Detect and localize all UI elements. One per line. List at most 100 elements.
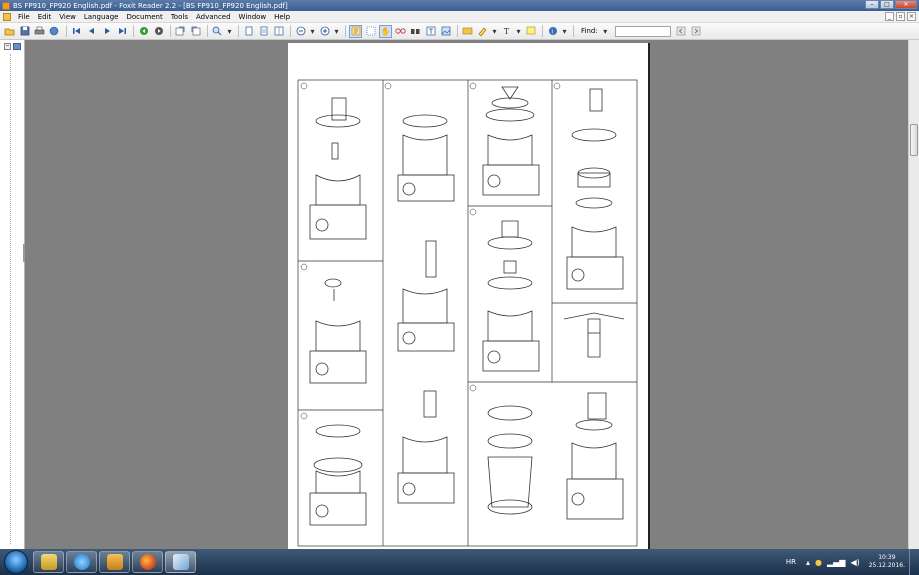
- doc-restore-button[interactable]: ▫: [896, 12, 905, 21]
- single-page-icon[interactable]: [242, 25, 255, 38]
- menu-view[interactable]: View: [55, 13, 80, 21]
- rotate-right-icon[interactable]: [189, 25, 202, 38]
- taskbar-explorer[interactable]: [33, 551, 64, 573]
- print-icon[interactable]: [33, 25, 46, 38]
- highlight-icon[interactable]: [476, 25, 489, 38]
- windows-taskbar: HR ▴ ● ▂▄▆ ◀) 10:39 25.12.2016.: [0, 549, 919, 575]
- toolbar-separator: [573, 25, 574, 37]
- save-icon[interactable]: [18, 25, 31, 38]
- clock[interactable]: 10:39 25.12.2016.: [869, 554, 905, 570]
- toolbar-separator: [345, 25, 346, 37]
- language-indicator[interactable]: HR: [786, 558, 796, 566]
- doc-close-button[interactable]: ×: [907, 12, 916, 21]
- zoom-in-dropdown-icon[interactable]: ▾: [333, 25, 340, 38]
- window-title: BS FP910_FP920 English.pdf - Foxit Reade…: [13, 1, 288, 10]
- show-desktop-button[interactable]: [909, 549, 915, 575]
- menu-document[interactable]: Document: [122, 13, 166, 21]
- menu-window[interactable]: Window: [235, 13, 271, 21]
- text-tool-icon[interactable]: T: [500, 25, 513, 38]
- system-tray: HR ▴ ● ▂▄▆ ◀) 10:39 25.12.2016.: [786, 549, 915, 575]
- find-icon[interactable]: [409, 25, 422, 38]
- find-previous-icon[interactable]: [675, 25, 688, 38]
- panel-splitter[interactable]: [23, 244, 25, 262]
- rotate-left-icon[interactable]: [174, 25, 187, 38]
- bookmark-panel[interactable]: −: [0, 40, 25, 549]
- menu-help[interactable]: Help: [270, 13, 294, 21]
- taskbar-firefox[interactable]: [132, 551, 163, 573]
- volume-icon[interactable]: ◀): [850, 558, 859, 567]
- menu-language[interactable]: Language: [80, 13, 123, 21]
- open-icon[interactable]: [3, 25, 16, 38]
- doc-minimize-button[interactable]: _: [885, 12, 894, 21]
- last-page-icon[interactable]: [115, 25, 128, 38]
- network-icon[interactable]: ▂▄▆: [827, 558, 845, 567]
- menu-bar: File Edit View Language Document Tools A…: [0, 11, 919, 23]
- toolbar-separator: [290, 25, 291, 37]
- tray-app-icon[interactable]: ●: [815, 558, 822, 567]
- zoom-dropdown-icon[interactable]: ▾: [226, 25, 233, 38]
- zoom-out-dropdown-icon[interactable]: ▾: [309, 25, 316, 38]
- facing-icon[interactable]: [272, 25, 285, 38]
- foxit-app-icon: [2, 1, 10, 10]
- toolbar-separator: [66, 25, 67, 37]
- taskbar-folder[interactable]: [99, 551, 130, 573]
- panel-collapse-icon[interactable]: −: [4, 43, 11, 50]
- highlight-dropdown-icon[interactable]: ▾: [491, 25, 498, 38]
- text-tool-dropdown-icon[interactable]: ▾: [515, 25, 522, 38]
- toolbar-separator: [542, 25, 543, 37]
- go-back-icon[interactable]: [137, 25, 150, 38]
- toolbar-separator: [457, 25, 458, 37]
- select-text-icon[interactable]: [349, 24, 362, 38]
- email-icon[interactable]: [48, 25, 61, 38]
- menu-file[interactable]: File: [14, 13, 34, 21]
- tray-expand-icon[interactable]: ▴: [806, 558, 810, 567]
- panel-tree-line: [10, 54, 15, 544]
- find-next-icon[interactable]: [690, 25, 703, 38]
- snapshot-icon[interactable]: [394, 25, 407, 38]
- start-button[interactable]: [4, 550, 28, 574]
- prev-page-icon[interactable]: [85, 25, 98, 38]
- window-controls: – □ ✕: [865, 0, 917, 9]
- select-graphic-icon[interactable]: [364, 25, 377, 38]
- internet-explorer-icon: [73, 554, 90, 570]
- document-view[interactable]: [26, 40, 908, 549]
- document-window-controls: _ ▫ ×: [885, 12, 916, 21]
- image-icon[interactable]: [439, 25, 452, 38]
- libraries-icon: [106, 554, 123, 570]
- taskbar-internet-explorer[interactable]: [66, 551, 97, 573]
- maximize-button[interactable]: □: [880, 0, 894, 9]
- minimize-button[interactable]: –: [865, 0, 879, 9]
- first-page-icon[interactable]: [70, 25, 83, 38]
- toolbar-separator: [207, 25, 208, 37]
- find-label: Find:: [581, 27, 598, 35]
- next-page-icon[interactable]: [100, 25, 113, 38]
- help-icon[interactable]: i: [546, 25, 559, 38]
- zoom-out-icon[interactable]: [294, 25, 307, 38]
- hand-tool-icon[interactable]: ✋: [379, 24, 392, 38]
- vertical-scrollbar[interactable]: [908, 40, 919, 549]
- folder-icon: [40, 554, 57, 570]
- zoom-icon[interactable]: [211, 25, 224, 38]
- close-button[interactable]: ✕: [895, 0, 917, 9]
- firefox-icon: [139, 554, 156, 570]
- menu-advanced[interactable]: Advanced: [192, 13, 235, 21]
- toolbar-separator: [170, 25, 171, 37]
- text-viewer-icon[interactable]: [424, 25, 437, 38]
- taskbar-foxit[interactable]: [165, 551, 196, 573]
- go-forward-icon[interactable]: [152, 25, 165, 38]
- note-icon[interactable]: [524, 25, 537, 38]
- document-icon[interactable]: [3, 12, 11, 21]
- scrollbar-thumb[interactable]: [910, 124, 918, 156]
- menu-edit[interactable]: Edit: [34, 13, 56, 21]
- foxit-icon: [172, 554, 189, 570]
- find-input[interactable]: [614, 25, 671, 37]
- bookmark-page-icon[interactable]: [13, 43, 21, 50]
- clock-time: 10:39: [878, 554, 896, 561]
- typewriter-icon[interactable]: [461, 25, 474, 38]
- help-dropdown-icon[interactable]: ▾: [561, 25, 568, 38]
- title-bar: BS FP910_FP920 English.pdf - Foxit Reade…: [0, 0, 919, 11]
- zoom-in-icon[interactable]: [318, 25, 331, 38]
- find-dropdown-icon[interactable]: ▾: [602, 25, 609, 38]
- menu-tools[interactable]: Tools: [167, 13, 192, 21]
- continuous-icon[interactable]: [257, 25, 270, 38]
